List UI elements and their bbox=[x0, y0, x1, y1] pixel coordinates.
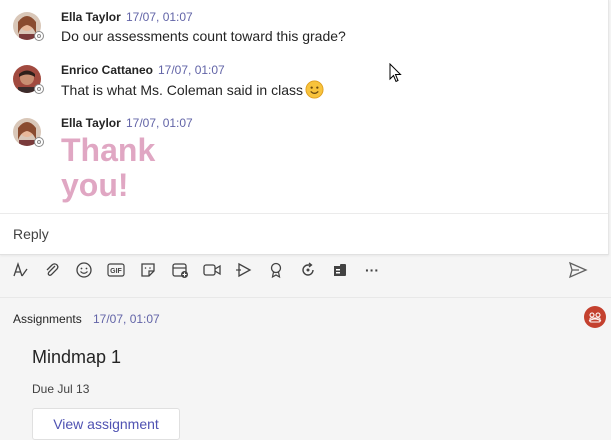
message-author: Enrico Cattaneo bbox=[61, 63, 154, 77]
more-options-icon[interactable]: ··· bbox=[361, 258, 383, 282]
message-author: Ella Taylor bbox=[61, 116, 121, 130]
assignments-label: Assignments bbox=[13, 312, 82, 326]
stream-icon[interactable] bbox=[233, 258, 255, 282]
gif-icon[interactable]: GIF bbox=[105, 258, 127, 282]
video-icon[interactable] bbox=[201, 258, 223, 282]
view-assignment-button[interactable]: View assignment bbox=[32, 408, 180, 440]
message-big-text-line1: Thank bbox=[61, 132, 156, 168]
format-icon[interactable] bbox=[9, 258, 31, 282]
conversation-card: Ella Taylor 17/07, 01:07 Do our assessme… bbox=[0, 0, 609, 255]
assignment-title: Mindmap 1 bbox=[32, 347, 122, 367]
forms-icon[interactable] bbox=[329, 258, 351, 282]
gif-label: GIF bbox=[110, 268, 122, 275]
assignments-app-icon[interactable] bbox=[584, 306, 606, 328]
presence-status-icon bbox=[34, 84, 44, 94]
sticker-icon[interactable] bbox=[137, 258, 159, 282]
message-timestamp: 17/07, 01:07 bbox=[126, 10, 193, 24]
reply-button[interactable]: Reply bbox=[13, 226, 49, 242]
attach-icon[interactable] bbox=[41, 258, 63, 282]
section-divider bbox=[0, 297, 611, 298]
emoji-icon[interactable] bbox=[73, 258, 95, 282]
message-text-content: That is what Ms. Coleman said in class bbox=[61, 82, 303, 98]
message-author: Ella Taylor bbox=[61, 10, 121, 24]
message-big-text-line2: you! bbox=[61, 167, 129, 203]
loop-icon[interactable] bbox=[297, 258, 319, 282]
message-timestamp: 17/07, 01:07 bbox=[126, 116, 193, 130]
praise-icon[interactable] bbox=[265, 258, 287, 282]
slightly-smiling-face-icon bbox=[305, 80, 324, 99]
mouse-pointer-icon bbox=[389, 62, 403, 88]
message-text: That is what Ms. Coleman said in class bbox=[61, 80, 324, 99]
assignment-due-date: Due Jul 13 bbox=[32, 382, 90, 396]
presence-status-icon bbox=[34, 31, 44, 41]
send-icon[interactable] bbox=[567, 258, 589, 282]
compose-toolbar: GIF ··· bbox=[0, 258, 611, 284]
schedule-meeting-icon[interactable] bbox=[169, 258, 191, 282]
presence-status-icon bbox=[34, 137, 44, 147]
message-timestamp: 17/07, 01:07 bbox=[158, 63, 225, 77]
message-text: Do our assessments count toward this gra… bbox=[61, 28, 346, 44]
reply-divider bbox=[0, 213, 608, 214]
assignment-timestamp: 17/07, 01:07 bbox=[93, 312, 160, 326]
